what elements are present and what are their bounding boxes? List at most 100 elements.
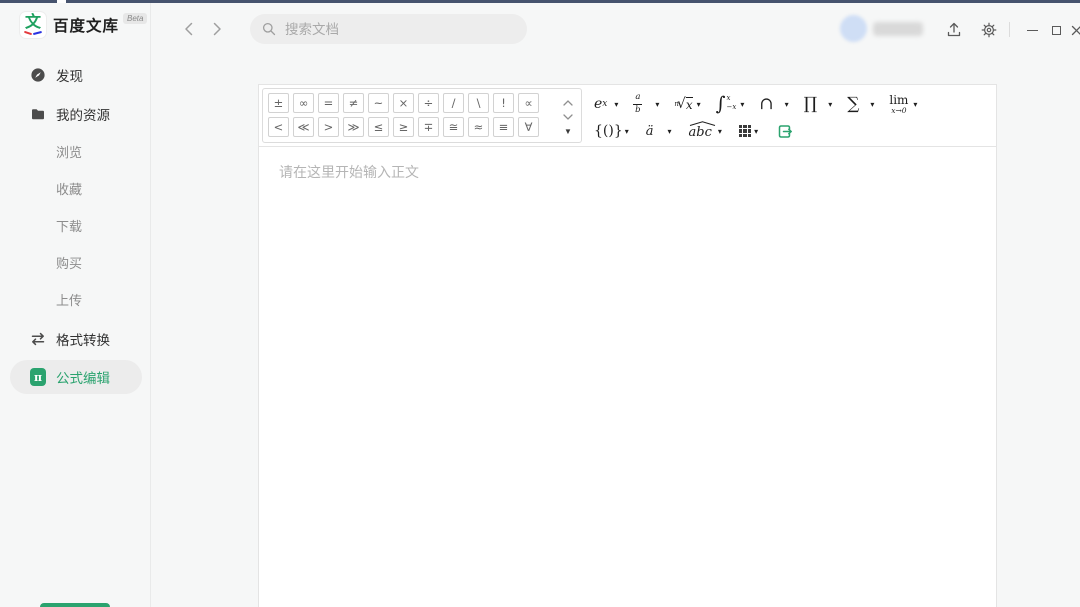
symbol-row-1: ± ∞ = ≠ ~ × ÷ / \ ! ∝ [268, 93, 539, 113]
maximize-button[interactable] [1046, 20, 1066, 40]
logo-glyph: 文 [25, 15, 41, 31]
symbol-button[interactable]: > [318, 117, 339, 137]
background-window-edge [0, 0, 1080, 3]
formula-matrix-button[interactable]: ▾ [739, 125, 758, 137]
sidebar-item-formula-edit[interactable]: π 公式编辑 [0, 360, 151, 394]
sidebar-item-purchases[interactable]: 购买 [0, 245, 151, 279]
formula-product-button[interactable]: ∏ ▾ [804, 96, 833, 113]
logo-blue-stroke [33, 31, 42, 35]
symbol-button[interactable]: = [318, 93, 339, 113]
close-button[interactable] [1066, 20, 1080, 40]
forward-button[interactable] [210, 22, 224, 36]
symbol-palette: ± ∞ = ≠ ~ × ÷ / \ ! ∝ < ≪ > ≫ ≤ ≥ ∓ ≅ [262, 88, 582, 143]
sidebar-bottom-button-edge[interactable] [40, 603, 110, 607]
formula-buttons: ex ▾ ab ▾ n√x ▾ ∫ x−x ▾ ∩ ▾ [594, 85, 994, 146]
sidebar-item-my-resources[interactable]: 我的资源 [0, 97, 151, 131]
box-arrow-right-icon [775, 122, 794, 141]
dropdown-caret-icon: ▾ [718, 127, 722, 136]
minimize-button[interactable] [1022, 20, 1042, 40]
symbol-button[interactable]: \ [468, 93, 489, 113]
formula-row-2: {()} ▾ ä ▾ abc ▾ ▾ [594, 119, 794, 143]
sidebar-item-label: 我的资源 [56, 104, 110, 124]
sidebar-item-browse[interactable]: 浏览 [0, 134, 151, 168]
symbol-button[interactable]: ÷ [418, 93, 439, 113]
formula-root-button[interactable]: n√x ▾ [674, 96, 700, 112]
close-icon [1071, 25, 1080, 36]
app-window: 文 百度文库 Beta 发现 我的资源 浏览 收藏 下载 [0, 0, 1080, 607]
settings-button[interactable] [979, 20, 999, 40]
formula-limit-button[interactable]: limx→0 ▾ [889, 94, 917, 115]
symbol-button[interactable]: ≪ [293, 117, 314, 137]
symbol-button[interactable]: ≡ [493, 117, 514, 137]
formula-integral-button[interactable]: ∫ x−x ▾ [716, 95, 745, 114]
sidebar-item-label: 格式转换 [56, 329, 110, 349]
sidebar-item-uploads[interactable]: 上传 [0, 282, 151, 316]
symbol-button[interactable]: ! [493, 93, 514, 113]
search-icon [262, 22, 276, 36]
formula-intersection-button[interactable]: ∩ ▾ [759, 96, 788, 113]
formula-accent-button[interactable]: ä ▾ [646, 124, 672, 139]
formula-sum-button[interactable]: ∑ ▾ [847, 96, 874, 113]
palette-scroll-controls: ▼ [559, 89, 577, 142]
sidebar-item-downloads[interactable]: 下载 [0, 208, 151, 242]
dropdown-caret-icon: ▾ [828, 100, 832, 109]
symbol-button[interactable]: × [393, 93, 414, 113]
formula-row-1: ex ▾ ab ▾ n√x ▾ ∫ x−x ▾ ∩ ▾ [594, 91, 917, 117]
sidebar-item-label: 下载 [56, 216, 82, 235]
search-bar[interactable] [250, 14, 527, 44]
window-edge-notch [57, 0, 66, 3]
user-avatar[interactable] [840, 15, 867, 42]
symbol-button[interactable]: / [443, 93, 464, 113]
palette-more-button[interactable]: ▼ [564, 123, 572, 136]
formula-toolbar: ± ∞ = ≠ ~ × ÷ / \ ! ∝ < ≪ > ≫ ≤ ≥ ∓ ≅ [258, 84, 997, 147]
formula-fraction-button[interactable]: ab ▾ [633, 93, 659, 115]
sidebar-item-discover[interactable]: 发现 [0, 58, 151, 92]
folder-icon [30, 106, 46, 122]
sidebar-item-format-convert[interactable]: 格式转换 [0, 322, 151, 356]
symbol-button[interactable]: ∀ [518, 117, 539, 137]
symbol-button[interactable]: ~ [368, 93, 389, 113]
matrix-grid-icon [739, 125, 751, 137]
upload-icon [945, 21, 963, 39]
symbol-button[interactable]: ≈ [468, 117, 489, 137]
sidebar-item-favorites[interactable]: 收藏 [0, 171, 151, 205]
dropdown-caret-icon: ▾ [625, 127, 629, 136]
search-input[interactable] [283, 21, 507, 38]
formula-widehat-button[interactable]: abc ▾ [689, 122, 722, 140]
sidebar-item-label: 浏览 [56, 142, 82, 161]
insert-to-document-button[interactable] [775, 122, 794, 141]
symbol-button[interactable]: < [268, 117, 289, 137]
brand-logo: 文 百度文库 Beta [20, 12, 147, 38]
dropdown-caret-icon: ▾ [870, 100, 874, 109]
widehat-icon [689, 121, 716, 126]
symbol-button[interactable]: ≤ [368, 117, 389, 137]
formula-exponent-button[interactable]: ex ▾ [594, 96, 618, 112]
palette-scroll-up-button[interactable] [563, 95, 573, 108]
sidebar-item-label: 收藏 [56, 179, 82, 198]
brand-name: 百度文库 [53, 14, 119, 36]
symbol-button[interactable]: ≅ [443, 117, 464, 137]
triangle-down-icon: ▼ [564, 127, 572, 136]
beta-badge: Beta [123, 13, 147, 24]
chevron-left-icon [184, 22, 194, 36]
dropdown-caret-icon: ▾ [614, 100, 618, 109]
sidebar-item-label: 发现 [56, 65, 83, 85]
chevron-down-icon [563, 114, 573, 120]
chevron-up-icon [563, 100, 573, 106]
symbol-button[interactable]: ∓ [418, 117, 439, 137]
symbol-button[interactable]: ± [268, 93, 289, 113]
palette-scroll-down-button[interactable] [563, 109, 573, 122]
swap-arrows-icon [30, 331, 46, 347]
symbol-button[interactable]: ≠ [343, 93, 364, 113]
dropdown-caret-icon: ▾ [754, 127, 758, 136]
symbol-button[interactable]: ≥ [393, 117, 414, 137]
symbol-button[interactable]: ∞ [293, 93, 314, 113]
formula-editor-area[interactable]: 请在这里开始输入正文 [258, 146, 997, 607]
upload-button[interactable] [944, 20, 964, 40]
logo-red-stroke [24, 31, 32, 36]
symbol-button[interactable]: ∝ [518, 93, 539, 113]
sidebar: 文 百度文库 Beta 发现 我的资源 浏览 收藏 下载 [0, 0, 151, 607]
formula-bracket-button[interactable]: {()} ▾ [594, 123, 629, 139]
symbol-button[interactable]: ≫ [343, 117, 364, 137]
back-button[interactable] [182, 22, 196, 36]
